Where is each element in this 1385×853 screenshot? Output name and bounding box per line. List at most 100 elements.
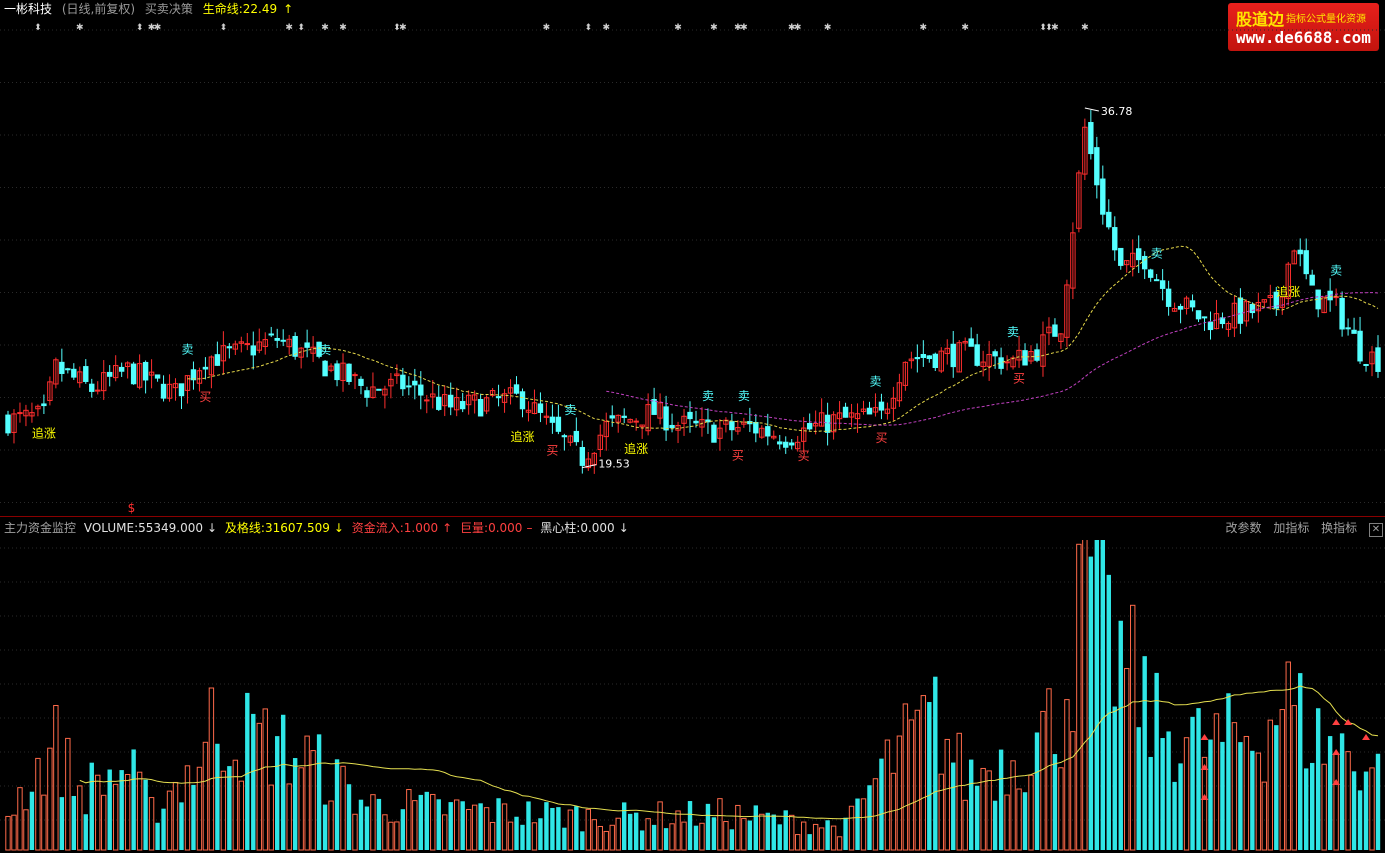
volume-bar xyxy=(131,749,136,850)
add-indicator-button[interactable]: 加指标 xyxy=(1273,521,1309,535)
lifeline-ma xyxy=(187,245,1379,433)
close-icon[interactable]: ✕ xyxy=(1369,523,1383,537)
volume-bar xyxy=(1261,781,1268,851)
volume-bar xyxy=(370,794,376,851)
volume-bar xyxy=(453,799,460,851)
candle-body xyxy=(561,435,568,438)
black-heart-arrow-icon: ↓ xyxy=(618,521,629,535)
capital-inflow-arrow-icon: ↑ xyxy=(442,521,453,535)
candle-body xyxy=(436,396,442,410)
top-mark: ⬍ xyxy=(220,23,228,33)
volume-bar xyxy=(1064,699,1070,851)
volume-bar xyxy=(155,822,160,850)
volume-bar xyxy=(723,821,729,851)
volume-bar xyxy=(215,743,220,850)
volume-bar xyxy=(872,778,879,851)
volume-bar xyxy=(161,808,166,850)
volume-bar xyxy=(1010,760,1016,851)
volume-bar xyxy=(1315,708,1321,850)
candle-body xyxy=(1118,247,1124,266)
candle-body xyxy=(1297,249,1303,255)
candle-body xyxy=(214,354,221,366)
price-grid xyxy=(0,29,1385,503)
top-mark: ✱ xyxy=(154,23,162,33)
volume-bar xyxy=(699,822,705,851)
volume-bar xyxy=(1220,741,1225,850)
candle-body xyxy=(537,403,544,413)
volume-bar xyxy=(1154,672,1159,850)
volume-bar xyxy=(245,692,250,850)
volume-bar xyxy=(520,824,525,850)
top-mark: ⬍ xyxy=(585,23,593,33)
volume-flag-marker xyxy=(1362,734,1371,740)
volume-bar xyxy=(1100,540,1106,850)
volume-flag-marker xyxy=(1332,779,1341,785)
volume-chart[interactable] xyxy=(0,540,1385,853)
switch-indicator-button[interactable]: 换指标 xyxy=(1321,521,1357,535)
top-mark: ✱ xyxy=(794,23,802,33)
volume-bar xyxy=(1369,767,1375,851)
candle-body xyxy=(364,390,370,398)
edit-params-button[interactable]: 改参数 xyxy=(1225,521,1261,535)
huge-volume-dash-icon: – xyxy=(526,521,533,535)
volume-bar xyxy=(933,676,938,850)
volume-bar xyxy=(567,809,574,851)
volume-bar xyxy=(615,817,621,851)
volume-bar xyxy=(1304,768,1309,850)
volume-bar xyxy=(316,734,322,850)
volume-bar xyxy=(531,822,538,851)
volume-bar xyxy=(17,787,23,851)
volume-bar xyxy=(29,791,35,850)
candle-body xyxy=(95,389,101,392)
signal-label: 卖 xyxy=(1151,247,1163,261)
candle-body xyxy=(59,361,65,374)
volume-bar xyxy=(836,836,843,851)
volume-bar xyxy=(693,825,699,850)
candle-body xyxy=(1112,227,1118,251)
volume-bar xyxy=(544,802,549,850)
volume-bar xyxy=(71,795,77,850)
price-chart[interactable]: ⬍ ✱ ⬍ ✱✱ ⬍ ✱ ⬍ ✱ ✱ ⬍✱ ✱ ⬍ ✱ ✱ ✱ ✱✱ ✱✱ ✱ ✱ ✱ ⬍⬍✱ ✱ 追涨卖买卖追涨买卖追涨… xyxy=(0,0,1385,516)
candle-body xyxy=(41,403,47,407)
volume-bar xyxy=(968,759,974,850)
volume-bar xyxy=(292,758,298,850)
candle-body xyxy=(274,337,280,341)
indicator-panel-name[interactable]: 主力资金监控 xyxy=(4,521,76,535)
volume-bar xyxy=(800,821,807,851)
volume-bar xyxy=(59,797,65,850)
top-mark: ✱ xyxy=(961,23,969,33)
volume-bar xyxy=(1088,556,1094,850)
top-mark: ✱ xyxy=(674,23,682,33)
volume-bar xyxy=(956,732,962,851)
volume-bar xyxy=(89,762,94,850)
volume-bar xyxy=(627,813,633,850)
candle-body xyxy=(1135,248,1142,261)
volume-bar xyxy=(364,806,370,850)
volume-bar xyxy=(1076,543,1082,851)
low-annotation: 19.53 xyxy=(582,458,630,471)
volume-flag-marker xyxy=(1200,794,1209,800)
volume-bar xyxy=(1196,708,1201,850)
candle-body xyxy=(573,430,580,443)
candle-body xyxy=(130,363,137,385)
volume-bar xyxy=(322,804,328,850)
top-mark: ✱ xyxy=(399,23,407,33)
volume-bar xyxy=(1124,668,1130,851)
signal-label: 买 xyxy=(732,449,744,463)
candle-body xyxy=(412,380,418,386)
volume-bar xyxy=(884,739,891,851)
candle-body xyxy=(107,371,113,377)
candle-body xyxy=(1189,300,1196,308)
pass-line-value: 及格线:31607.509 xyxy=(224,521,330,535)
volume-bar xyxy=(304,735,310,851)
candle-body xyxy=(789,442,795,446)
signal-label: 买 xyxy=(199,390,211,404)
volume-bar xyxy=(286,783,292,851)
volume-bar xyxy=(753,805,759,850)
volume-bar xyxy=(220,770,227,851)
volume-bar xyxy=(639,830,645,850)
signal-label: 买 xyxy=(1013,371,1025,385)
volume-bar xyxy=(483,807,490,851)
volume-bar xyxy=(771,814,776,850)
volume-flags xyxy=(1200,719,1371,800)
